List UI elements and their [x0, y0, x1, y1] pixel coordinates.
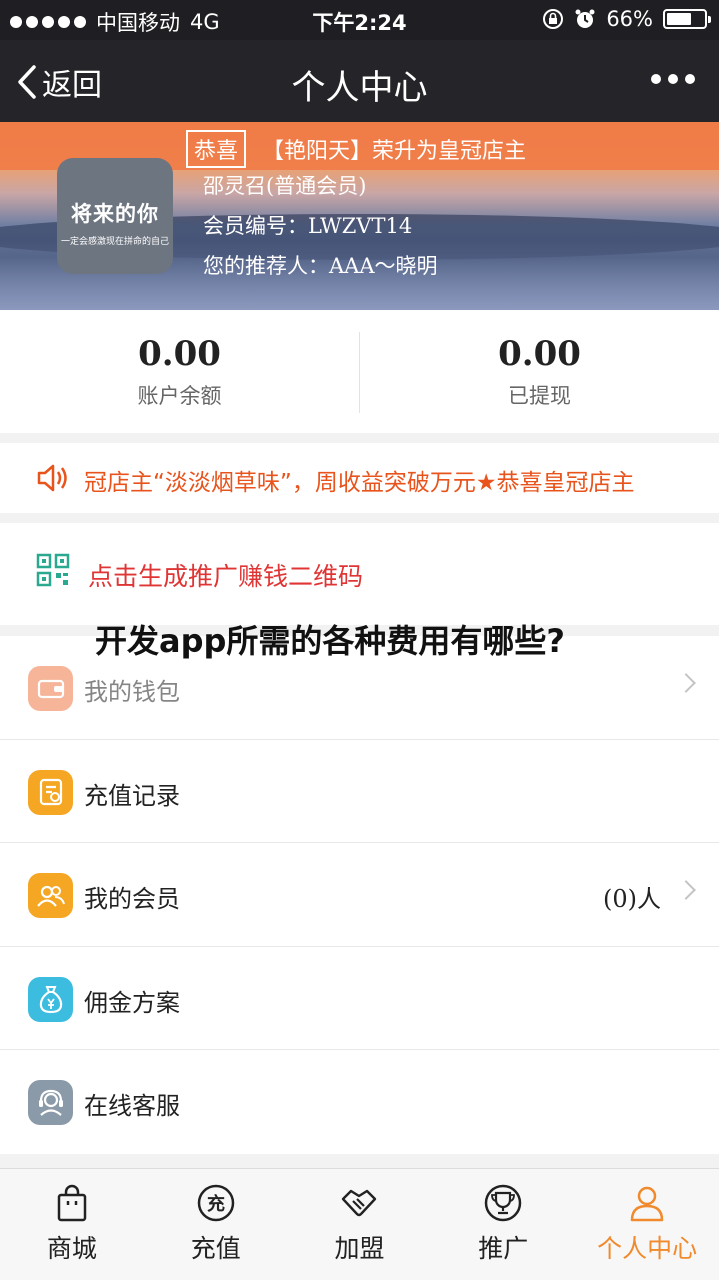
withdrawn[interactable]: 0.00 已提现 [359, 332, 719, 413]
menu-item-support[interactable]: 在线客服 [0, 1050, 719, 1154]
recharge-icon: 充 [197, 1184, 234, 1222]
tab-promote[interactable]: 推广 [431, 1169, 575, 1280]
status-right: 66% [542, 7, 711, 31]
avatar-subtext: 一定会感激现在拼命的自己 [60, 237, 169, 247]
qr-promo-row[interactable]: 点击生成推广赚钱二维码 [0, 523, 719, 625]
trophy-icon [485, 1184, 522, 1222]
menu-label-commission: 佣金方案 [84, 988, 180, 1017]
handshake-icon [342, 1189, 377, 1217]
profile-info: 邵灵召(普通会员) 会员编号：LWZVT14 您的推荐人：AAA～晓明 [203, 166, 438, 286]
qr-promo-text: 点击生成推广赚钱二维码 [88, 562, 364, 591]
notice-tag: 恭喜 [186, 130, 247, 168]
headline-overlay: 开发app所需的各种费用有哪些? [95, 622, 565, 660]
nav-bar: 返回 个人中心 [0, 40, 719, 122]
money-bag-icon [28, 976, 73, 1022]
more-dot [668, 74, 678, 84]
tab-join[interactable]: 加盟 [288, 1169, 432, 1280]
announcement-marquee[interactable]: 冠店主“淡淡烟草味”，周收益突破万元★恭喜皇冠店主 [0, 443, 719, 513]
menu-item-commission[interactable]: 佣金方案 [0, 947, 719, 1051]
menu-label-wallet: 我的钱包 [84, 678, 180, 706]
account-balance-value: 0.00 [138, 334, 221, 374]
menu-label-members: 我的会员 [84, 885, 180, 914]
account-balance[interactable]: 0.00 账户余额 [0, 310, 359, 433]
battery-fill [667, 13, 691, 25]
battery-icon [663, 9, 711, 29]
battery-percent: 66% [606, 7, 653, 31]
avatar-text: 将来的你 [71, 202, 159, 226]
withdrawn-label: 已提现 [508, 384, 571, 408]
withdrawn-value: 0.00 [498, 334, 581, 374]
members-count: (0)人 [603, 885, 661, 914]
tab-label-join: 加盟 [334, 1234, 385, 1263]
wallet-icon [28, 666, 73, 711]
tab-label-recharge: 充值 [190, 1234, 241, 1263]
referrer: 您的推荐人：AAA～晓明 [203, 254, 438, 278]
notice-text: 【艳阳天】荣升为皇冠店主 [262, 139, 527, 164]
avatar[interactable]: 将来的你 一定会感激现在拼命的自己 [57, 158, 173, 274]
status-bar: 中国移动 4G 下午2:24 66% [0, 0, 719, 40]
chevron-right-icon [676, 673, 696, 693]
tab-profile[interactable]: 个人中心 [575, 1169, 719, 1280]
speaker-icon [37, 464, 67, 492]
receipt-icon [28, 769, 73, 815]
page-title: 个人中心 [291, 68, 428, 108]
balance-panel: 0.00 账户余额 0.00 已提现 [0, 310, 719, 433]
menu-list: 我的钱包 充值记录 我的会员 (0)人 佣金方案 在线客服 [0, 636, 719, 1154]
profile-banner: 恭喜 【艳阳天】荣升为皇冠店主 将来的你 一定会感激现在拼命的自己 邵灵召(普通… [0, 122, 719, 310]
tab-label-profile: 个人中心 [597, 1234, 698, 1263]
menu-item-members[interactable]: 我的会员 (0)人 [0, 843, 719, 947]
headset-icon [28, 1080, 73, 1126]
menu-label-support: 在线客服 [84, 1092, 180, 1121]
marquee-text: 冠店主“淡淡烟草味”，周收益突破万元★恭喜皇冠店主 [84, 470, 635, 496]
more-button[interactable] [651, 74, 695, 84]
group-icon [28, 873, 73, 919]
alarm-icon [575, 9, 595, 28]
menu-label-recharge-record: 充值记录 [84, 781, 180, 810]
tab-label-mall: 商城 [46, 1234, 97, 1263]
chevron-right-icon [676, 880, 696, 901]
qr-code-icon [36, 553, 70, 587]
recharge-icon-glyph: 充 [207, 1193, 225, 1215]
menu-item-recharge-record[interactable]: 充值记录 [0, 740, 719, 844]
more-dot [685, 74, 695, 84]
tab-label-promote: 推广 [478, 1234, 529, 1263]
user-icon [630, 1186, 664, 1222]
more-dot [651, 74, 661, 84]
tab-recharge[interactable]: 充 充值 [144, 1169, 288, 1280]
rotation-lock-icon [543, 9, 564, 29]
tab-mall[interactable]: 商城 [0, 1169, 144, 1280]
shopping-bag-icon [57, 1184, 87, 1222]
member-name: 邵灵召(普通会员) [203, 174, 367, 198]
tab-bar: 商城 充 充值 加盟 推广 个人中心 [0, 1168, 719, 1280]
account-balance-label: 账户余额 [137, 384, 222, 408]
member-id: 会员编号：LWZVT14 [203, 214, 413, 238]
